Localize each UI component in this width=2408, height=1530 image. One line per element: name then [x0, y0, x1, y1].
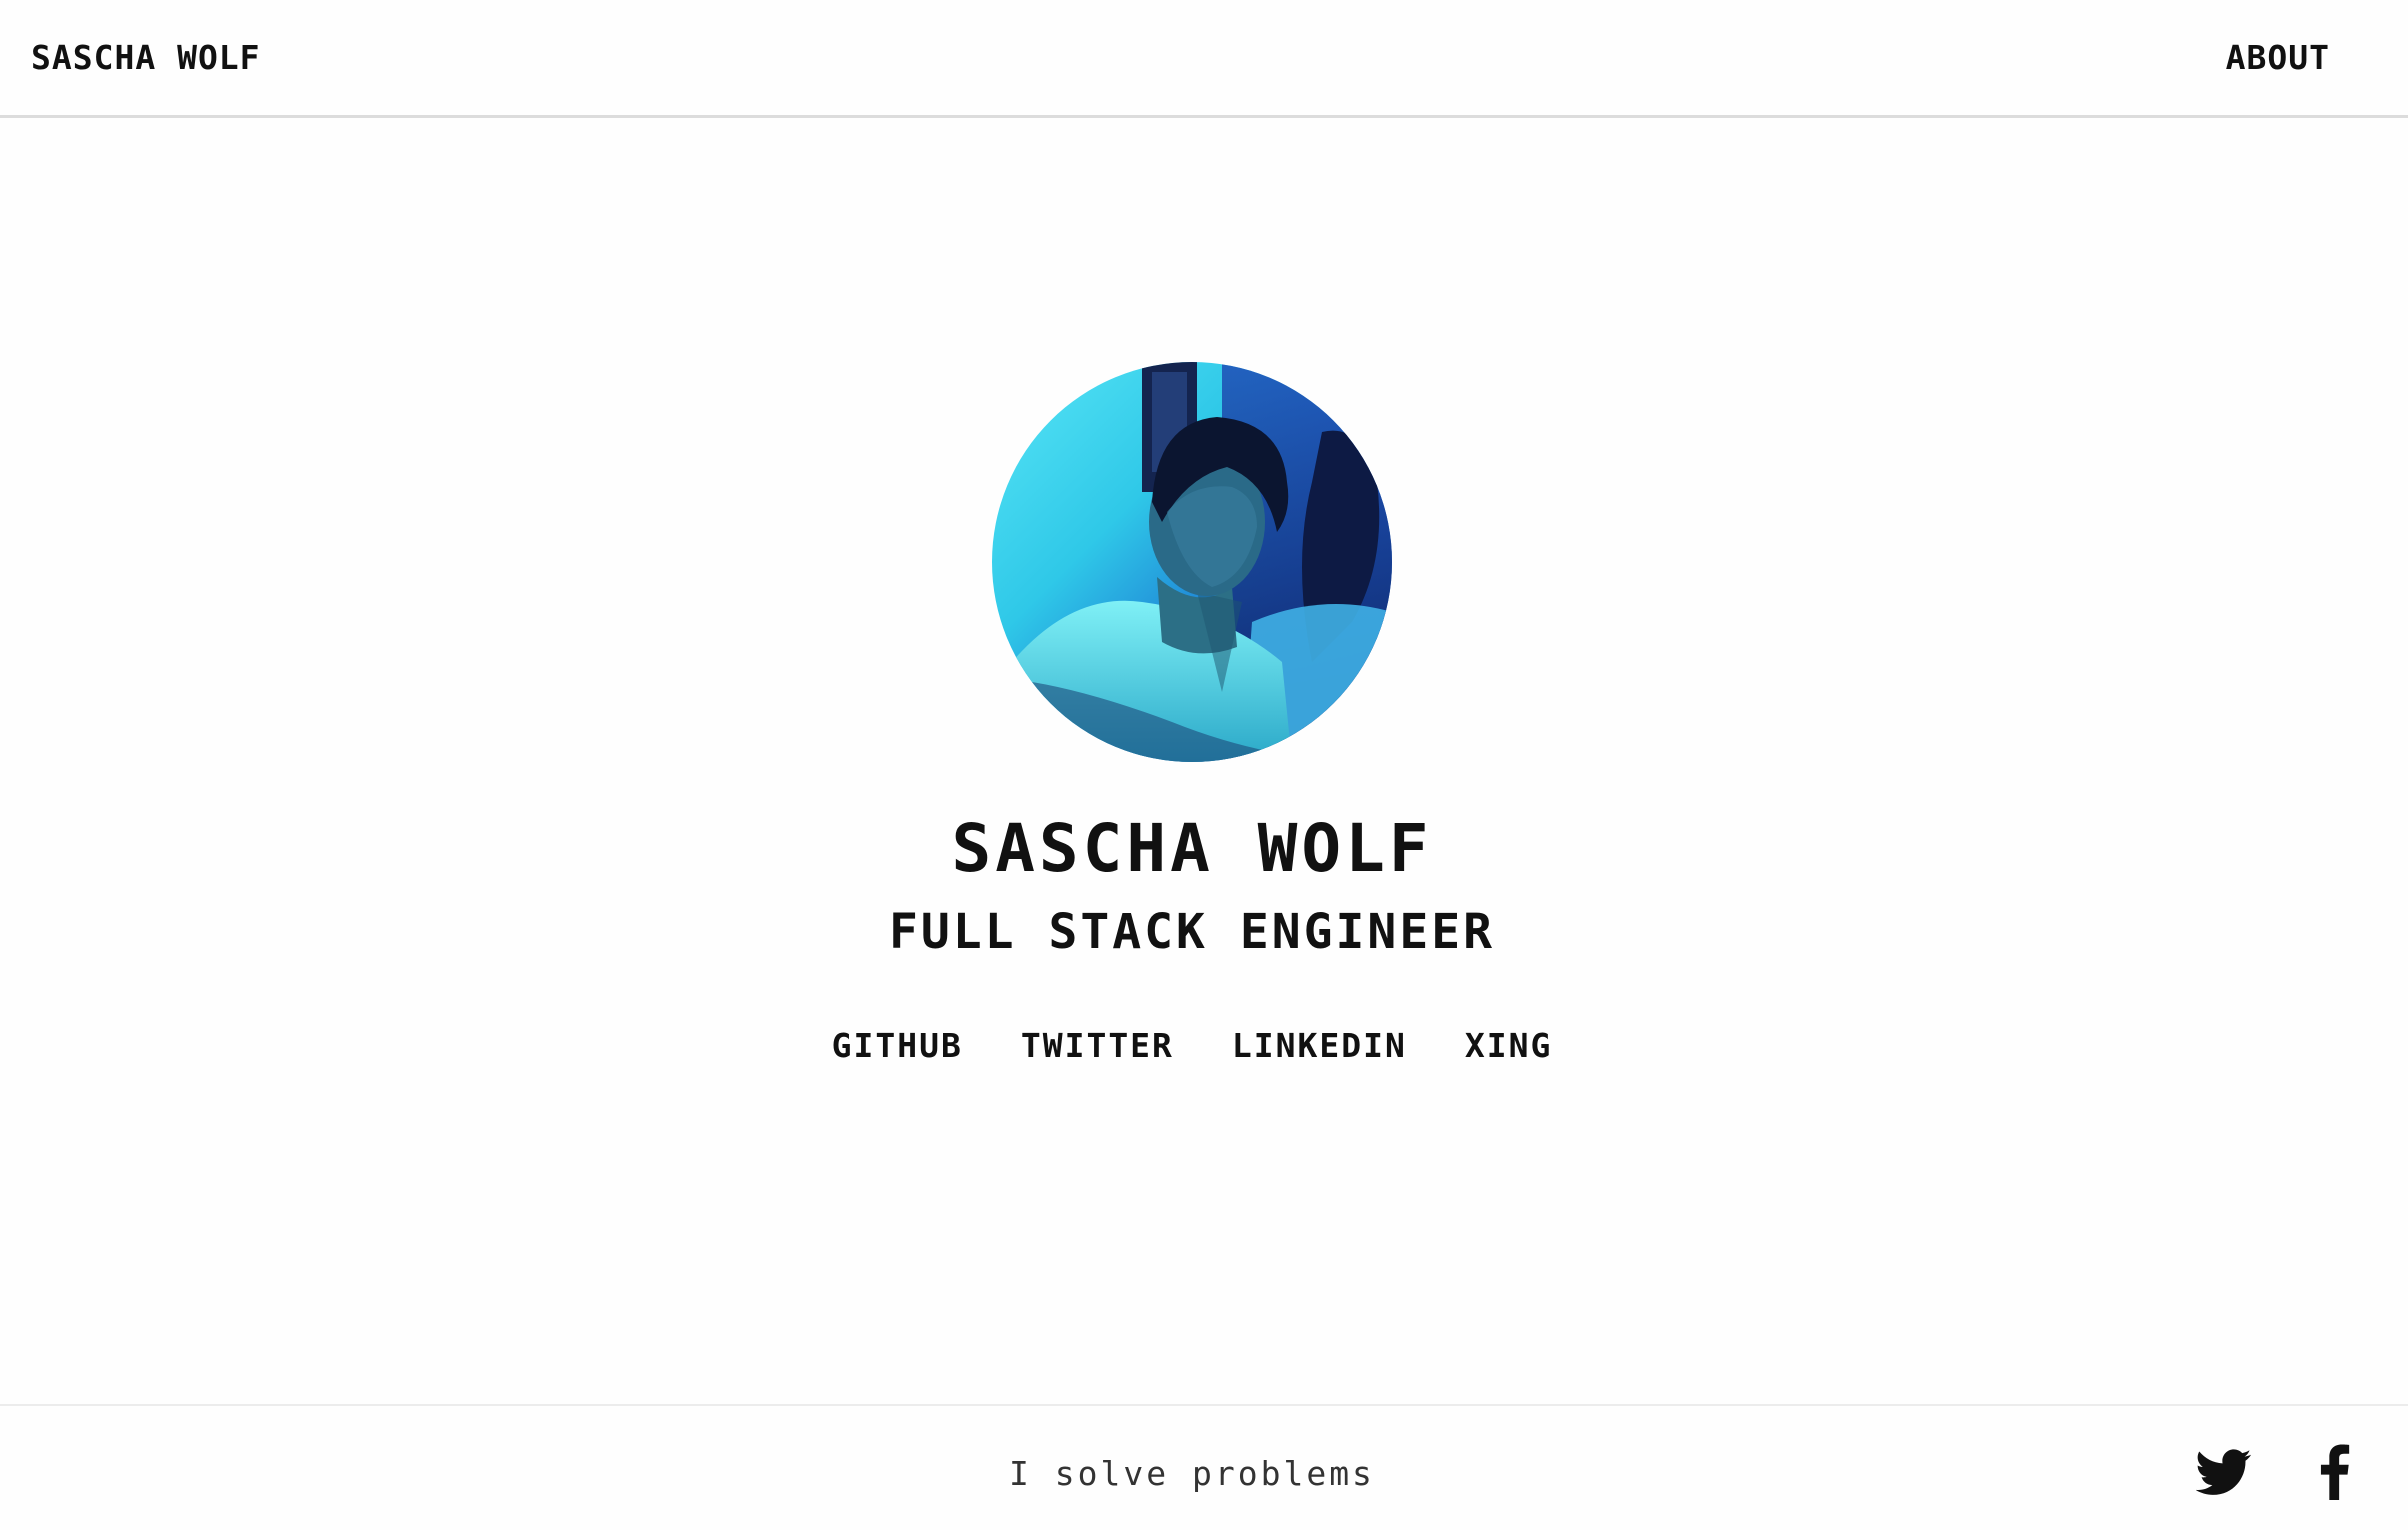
nav-about-link[interactable]: ABOUT: [2226, 38, 2330, 77]
twitter-link[interactable]: TWITTER: [1021, 1026, 1174, 1065]
profile-name: SASCHA WOLF: [951, 810, 1433, 887]
profile-role: FULL STACK ENGINEER: [888, 904, 1496, 960]
site-footer: I solve problems: [0, 1404, 2408, 1530]
site-header: SASCHA WOLF ABOUT: [0, 0, 2408, 118]
linkedin-link[interactable]: LINKEDIN: [1232, 1026, 1407, 1065]
hero-section: SASCHA WOLF FULL STACK ENGINEER GITHUB T…: [0, 118, 2408, 1404]
profile-photo-icon: [992, 362, 1392, 762]
github-link[interactable]: GITHUB: [832, 1026, 963, 1065]
facebook-icon: [2320, 1444, 2350, 1500]
twitter-icon: [2196, 1449, 2252, 1495]
brand-link[interactable]: SASCHA WOLF: [31, 38, 261, 77]
xing-link[interactable]: XING: [1465, 1026, 1552, 1065]
avatar: [992, 362, 1392, 762]
footer-facebook-link[interactable]: [2316, 1444, 2352, 1500]
footer-tagline: I solve problems: [1009, 1454, 1375, 1493]
footer-twitter-link[interactable]: [2196, 1444, 2252, 1500]
profile-links: GITHUB TWITTER LINKEDIN XING: [0, 1026, 2384, 1065]
